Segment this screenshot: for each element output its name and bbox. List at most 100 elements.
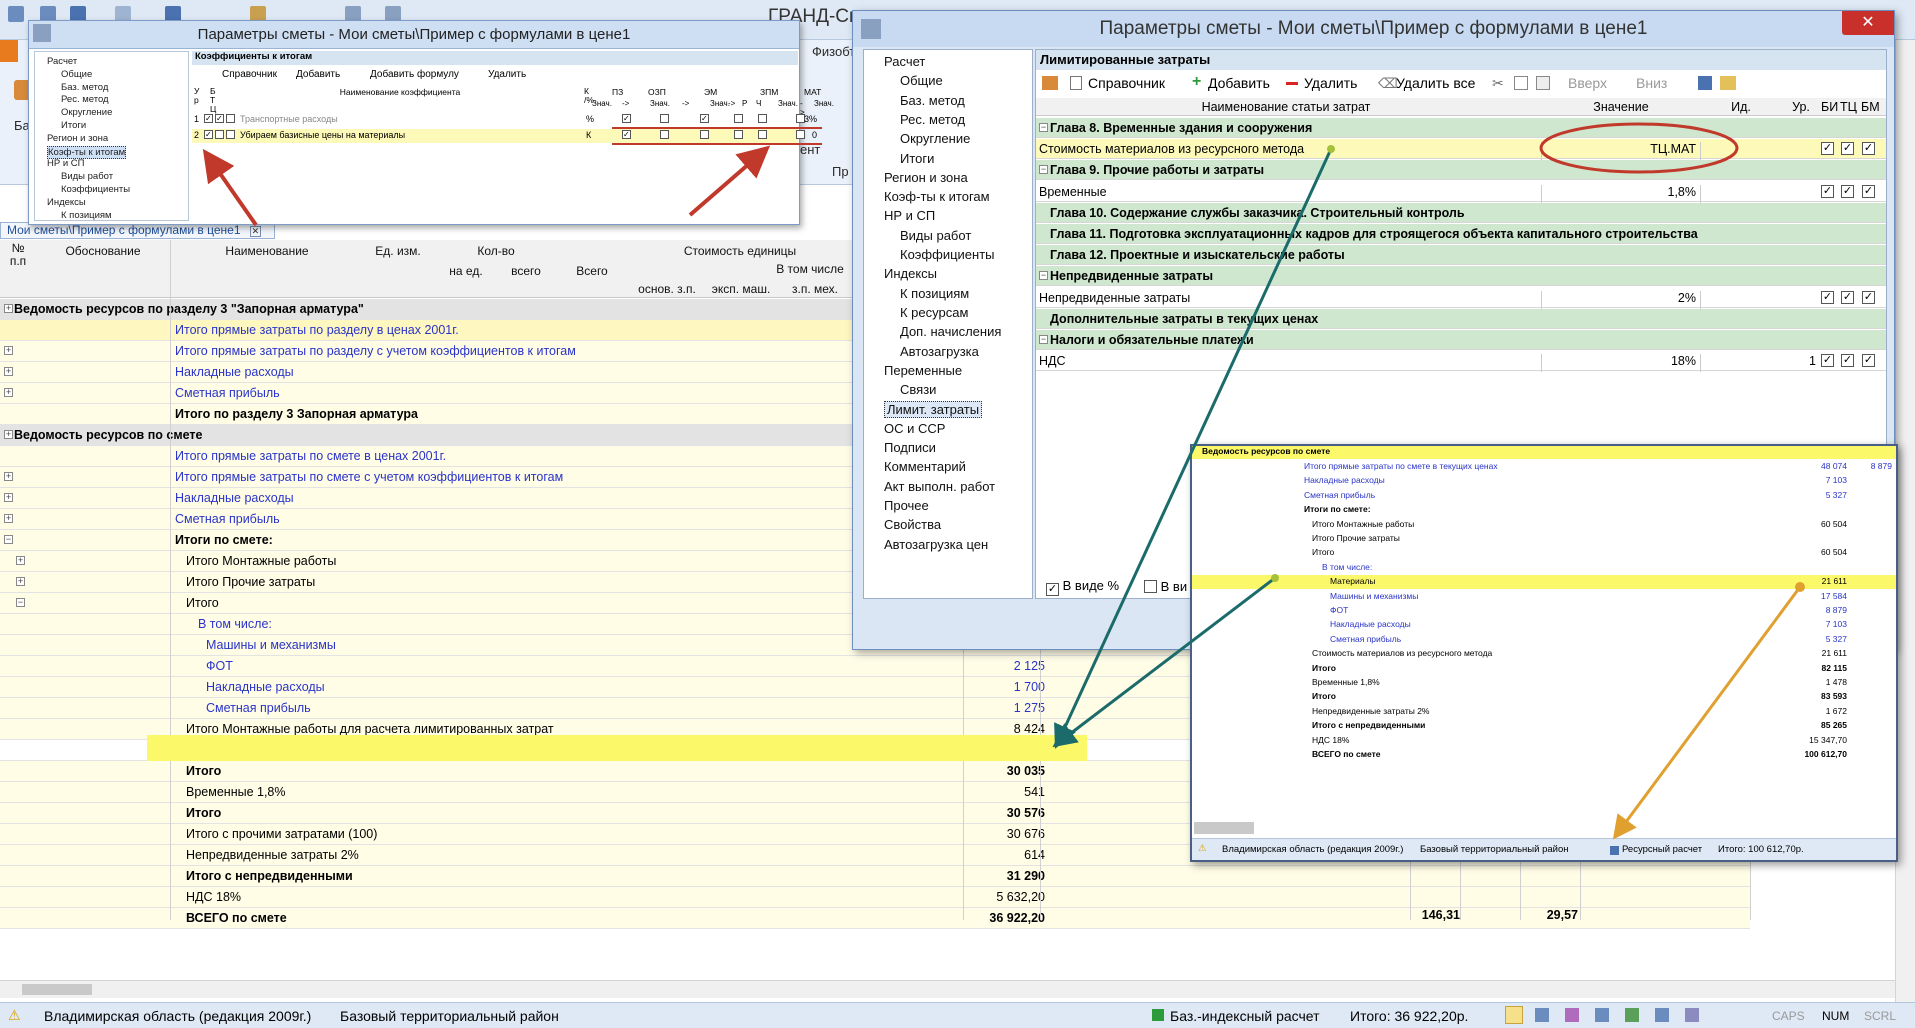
tab-physical[interactable]: Физобъ [812,44,857,59]
paste-icon[interactable] [1536,76,1550,90]
tree-item[interactable]: Коэффициенты [900,247,995,262]
tree-item[interactable]: Индексы [47,197,86,208]
tree-item[interactable]: Связи [900,382,936,397]
tab-report[interactable]: Пр [832,164,849,179]
tree-item[interactable]: Итоги [900,151,934,166]
expand-icon[interactable]: + [4,472,13,481]
view-icon-4[interactable] [1595,1008,1609,1022]
tree-item[interactable]: НР и СП [47,158,84,169]
tree-item[interactable]: Расчет [47,56,77,67]
expand-icon[interactable]: + [16,577,25,586]
expand-icon[interactable]: + [4,388,13,397]
limit-row[interactable]: Глава 12. Проектные и изыскательские раб… [1036,245,1886,266]
view-icon-5[interactable] [1625,1008,1639,1022]
limit-row[interactable]: − Глава 9. Прочие работы и затраты [1036,160,1886,181]
limit-checkbox[interactable]: ✓ [1841,184,1854,198]
row-checkbox[interactable] [226,114,235,123]
tree-item[interactable]: Баз. метод [61,82,108,93]
expand-icon[interactable]: + [4,367,13,376]
tree-item[interactable]: Акт выполн. работ [884,479,995,494]
tree-item[interactable]: К позициям [900,286,969,301]
limit-row[interactable]: Дополнительные затраты в текущих ценах [1036,308,1886,329]
limit-row[interactable]: Глава 10. Содержание службы заказчика. С… [1036,202,1886,223]
tree-item[interactable]: НР и СП [884,208,935,223]
tree-item[interactable]: Общие [61,69,92,80]
row-checkbox[interactable]: ✓ [204,130,213,139]
option-view[interactable]: В ви [1144,578,1187,594]
view-icon-7[interactable] [1685,1008,1699,1022]
settings-icon[interactable] [1042,76,1058,90]
expand-icon[interactable]: + [4,304,13,313]
tree-item[interactable]: Коэф-ты к итогам [47,145,127,159]
limit-row[interactable]: − Налоги и обязательные платежи [1036,330,1886,350]
tree-item[interactable]: Итоги [61,120,86,131]
vertical-scrollbar[interactable] [1895,40,1915,1002]
limit-row[interactable]: Временные 1,8% ✓ ✓ ✓ [1036,182,1886,203]
file-menu-button[interactable] [0,40,18,62]
grid-row[interactable]: НДС 18% 5 632,20 [0,887,1750,908]
tree-item[interactable]: Округление [61,107,112,118]
limit-checkbox[interactable]: ✓ [1862,290,1875,304]
reference-button[interactable]: Справочник [1088,75,1165,91]
copy-icon[interactable] [1514,76,1528,90]
limit-value[interactable]: 1,8% [1541,184,1701,203]
limit-checkbox[interactable]: ✓ [1841,142,1854,156]
tree-item[interactable]: Виды работ [900,228,971,243]
expand-icon[interactable]: + [4,346,13,355]
tree-item[interactable]: Индексы [884,266,937,281]
limit-value[interactable]: 18% [1541,354,1701,373]
collapse-icon[interactable]: − [1039,165,1048,175]
limit-checkbox[interactable]: ✓ [1821,142,1834,156]
coeff-checkbox[interactable]: ✓ [622,130,631,139]
tree-item[interactable]: Лимит. затраты [884,401,983,419]
coeff-checkbox[interactable] [660,130,669,139]
horizontal-scrollbar[interactable] [0,980,1895,998]
tree-item[interactable]: Подписи [884,440,936,455]
tree-item[interactable]: Коэффициенты [61,184,130,195]
row-checkbox[interactable] [215,130,224,139]
view-icon-2[interactable] [1535,1008,1549,1022]
tree-item[interactable]: Виды работ [61,171,113,182]
tree-item[interactable]: Коэф-ты к итогам [884,189,990,204]
coeff-toolbar-button[interactable]: Добавить [296,69,340,80]
delete-button[interactable]: Удалить [1304,75,1357,91]
coeff-checkbox[interactable] [700,130,709,139]
tree-item[interactable]: Рес. метод [61,94,109,105]
coeff-row[interactable]: 2 ✓ Убираем базисные цены на материалы К ✓ 0 [192,129,817,143]
option-percent[interactable]: ✓ В виде % [1046,578,1119,596]
coeff-checkbox[interactable] [660,114,669,123]
coeff-toolbar-button[interactable]: Удалить [488,69,526,80]
limit-row[interactable]: Непредвиденные затраты 2% ✓ ✓ ✓ [1036,288,1886,309]
coeff-checkbox[interactable] [734,114,743,123]
cut-icon[interactable]: ✂ [1492,75,1504,92]
limit-checkbox[interactable]: ✓ [1841,290,1854,304]
tree-item[interactable]: Автозагрузка [900,344,979,359]
tree-item[interactable]: Общие [900,73,943,88]
tree-item[interactable]: Переменные [884,363,962,378]
coeff-checkbox[interactable] [734,130,743,139]
close-tab-icon[interactable]: ✕ [249,226,261,237]
limit-row[interactable]: Глава 11. Подготовка эксплуатационных ка… [1036,224,1886,244]
tree-item[interactable]: Комментарий [884,459,966,474]
tree-item[interactable]: Баз. метод [900,93,965,108]
up-button[interactable]: Вверх [1568,75,1607,91]
collapse-icon[interactable]: − [1039,123,1048,132]
scroll-thumb[interactable] [22,984,92,995]
collapse-icon[interactable]: − [1039,271,1048,281]
add-button[interactable]: Добавить [1208,75,1270,91]
expand-icon[interactable]: + [4,430,13,439]
limit-checkbox[interactable]: ✓ [1821,184,1834,198]
view-icon-3[interactable] [1565,1008,1579,1022]
grid-row[interactable]: ВСЕГО по смете 36 922,20 [0,908,1750,929]
tree-item[interactable]: Регион и зона [884,170,968,185]
tree-item[interactable]: Расчет [884,54,925,69]
tree-item[interactable]: Рес. метод [900,112,965,127]
delete-all-button[interactable]: Удалить все [1396,75,1475,91]
limit-value[interactable]: 2% [1541,290,1701,309]
row-checkbox[interactable] [226,130,235,139]
expand-icon[interactable]: + [4,493,13,502]
expand-icon[interactable]: − [16,598,25,607]
tree-item[interactable]: К позициям [61,210,112,221]
save-icon[interactable] [1698,76,1712,90]
limit-checkbox[interactable]: ✓ [1821,354,1834,368]
